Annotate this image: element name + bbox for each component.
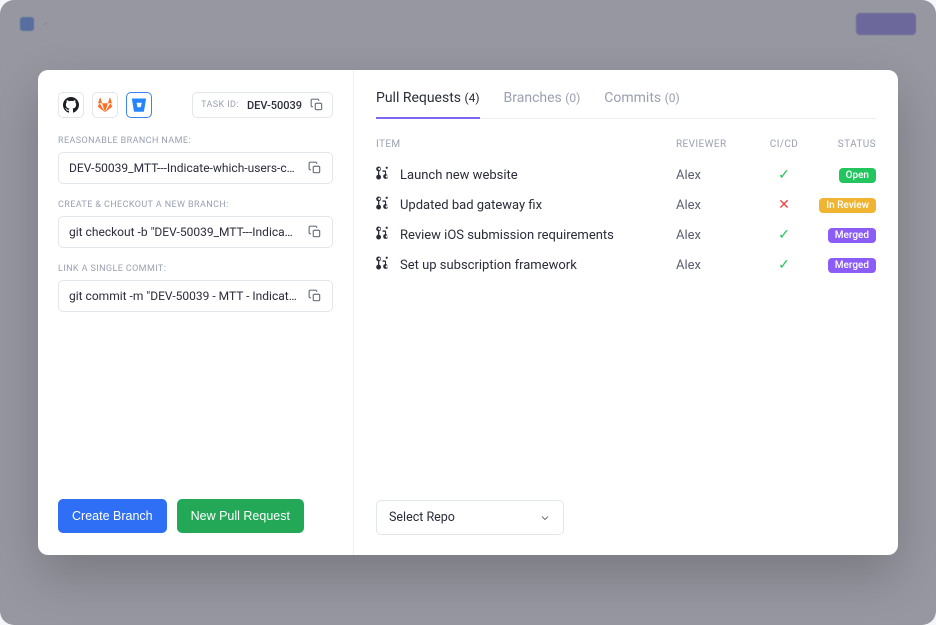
copy-icon[interactable] xyxy=(310,98,324,112)
left-panel: TASK ID: DEV-50039 REASONABLE BRANCH NAM… xyxy=(38,70,354,555)
pr-name: Review iOS submission requirements xyxy=(400,228,676,243)
bitbucket-provider-button[interactable] xyxy=(126,92,152,118)
tab-branches[interactable]: Branches (0) xyxy=(504,90,581,118)
pr-status: Merged xyxy=(812,227,876,243)
task-id-label: TASK ID: xyxy=(201,100,239,110)
select-repo-dropdown[interactable]: Select Repo xyxy=(376,500,564,535)
pr-ci-status: ✕ xyxy=(756,197,812,213)
branch-name-label: REASONABLE BRANCH NAME: xyxy=(58,136,333,146)
checkout-label: CREATE & CHECKOUT A NEW BRANCH: xyxy=(58,200,333,210)
tabs: Pull Requests (4) Branches (0) Commits (… xyxy=(376,90,876,119)
tab-commits[interactable]: Commits (0) xyxy=(604,90,679,118)
pr-row[interactable]: Review iOS submission requirementsAlex✓M… xyxy=(376,220,876,250)
left-actions: Create Branch New Pull Request xyxy=(58,499,333,533)
gitlab-icon xyxy=(97,97,113,113)
tab-pull-requests[interactable]: Pull Requests (4) xyxy=(376,90,480,118)
pull-request-icon xyxy=(376,166,400,184)
pull-request-icon xyxy=(376,196,400,214)
pr-row[interactable]: Launch new websiteAlex✓Open xyxy=(376,160,876,190)
new-pull-request-button[interactable]: New Pull Request xyxy=(177,499,304,533)
gitlab-provider-button[interactable] xyxy=(92,92,118,118)
col-reviewer: REVIEWER xyxy=(676,139,756,150)
pr-ci-status: ✓ xyxy=(756,227,812,243)
pr-name: Updated bad gateway fix xyxy=(400,198,676,213)
right-panel: Pull Requests (4) Branches (0) Commits (… xyxy=(354,70,898,555)
chevron-down-icon xyxy=(539,512,551,524)
pr-table-header: ITEM REVIEWER CI/CD STATUS xyxy=(376,133,876,160)
commit-value: git commit -m "DEV-50039 - MTT - Indicat… xyxy=(69,289,300,303)
select-repo-label: Select Repo xyxy=(389,510,455,525)
checkout-field[interactable]: git checkout -b "DEV-50039_MTT---Indica… xyxy=(58,216,333,248)
copy-icon[interactable] xyxy=(308,225,322,239)
pr-reviewer: Alex xyxy=(676,168,756,183)
commit-field[interactable]: git commit -m "DEV-50039 - MTT - Indicat… xyxy=(58,280,333,312)
col-status: STATUS xyxy=(812,139,876,150)
pull-request-icon xyxy=(376,256,400,274)
col-item: ITEM xyxy=(376,139,676,150)
pr-list: Launch new websiteAlex✓OpenUpdated bad g… xyxy=(376,160,876,280)
checkout-value: git checkout -b "DEV-50039_MTT---Indica… xyxy=(69,225,300,239)
col-cicd: CI/CD xyxy=(756,139,812,150)
github-icon xyxy=(63,97,79,113)
pr-status: Merged xyxy=(812,257,876,273)
pr-name: Set up subscription framework xyxy=(400,258,676,273)
create-branch-button[interactable]: Create Branch xyxy=(58,499,167,533)
pr-reviewer: Alex xyxy=(676,198,756,213)
github-provider-button[interactable] xyxy=(58,92,84,118)
copy-icon[interactable] xyxy=(308,161,322,175)
pr-status: In Review xyxy=(812,197,876,213)
task-id-value: DEV-50039 xyxy=(247,99,302,112)
provider-row: TASK ID: DEV-50039 xyxy=(58,92,333,118)
branch-name-field[interactable]: DEV-50039_MTT---Indicate-which-users-c… xyxy=(58,152,333,184)
pr-reviewer: Alex xyxy=(676,258,756,273)
copy-icon[interactable] xyxy=(308,289,322,303)
task-id-chip: TASK ID: DEV-50039 xyxy=(192,92,333,118)
bitbucket-icon xyxy=(131,97,147,113)
commit-label: LINK A SINGLE COMMIT: xyxy=(58,264,333,274)
pr-row[interactable]: Updated bad gateway fixAlex✕In Review xyxy=(376,190,876,220)
pull-request-icon xyxy=(376,226,400,244)
pr-status: Open xyxy=(812,167,876,183)
git-modal: TASK ID: DEV-50039 REASONABLE BRANCH NAM… xyxy=(38,70,898,555)
pr-ci-status: ✓ xyxy=(756,257,812,273)
branch-name-value: DEV-50039_MTT---Indicate-which-users-c… xyxy=(69,161,300,175)
pr-name: Launch new website xyxy=(400,168,676,183)
pr-ci-status: ✓ xyxy=(756,167,812,183)
pr-reviewer: Alex xyxy=(676,228,756,243)
pr-row[interactable]: Set up subscription frameworkAlex✓Merged xyxy=(376,250,876,280)
